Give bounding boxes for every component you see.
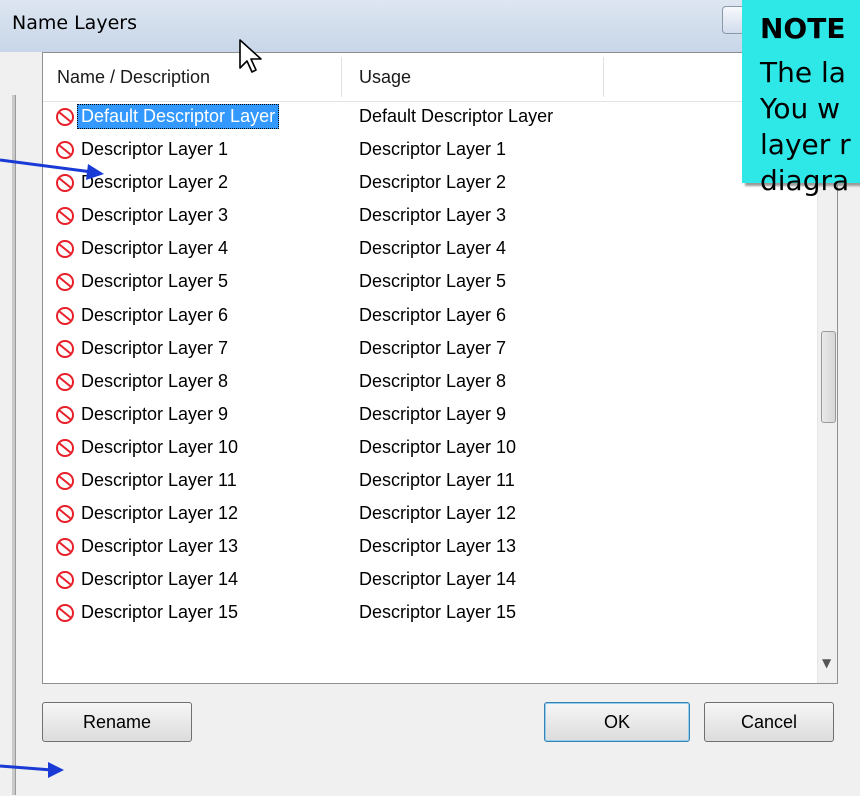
layer-usage: Descriptor Layer 5 [359, 271, 507, 292]
layer-name[interactable]: Descriptor Layer 14 [77, 567, 242, 592]
layer-name[interactable]: Descriptor Layer 8 [77, 369, 232, 394]
column-separator[interactable] [603, 57, 604, 97]
layers-list[interactable]: Name / Description Usage Default Descrip… [42, 52, 838, 684]
scrollbar-thumb[interactable] [821, 331, 836, 423]
list-item[interactable]: Descriptor Layer 5 Descriptor Layer 5 [43, 266, 818, 299]
layer-name[interactable]: Descriptor Layer 4 [77, 236, 232, 261]
no-entry-icon [56, 207, 74, 226]
layer-name[interactable]: Descriptor Layer 13 [77, 534, 242, 559]
layer-usage: Descriptor Layer 13 [359, 536, 517, 557]
list-item[interactable]: Descriptor Layer 12 Descriptor Layer 12 [43, 498, 818, 531]
layer-usage: Descriptor Layer 11 [359, 470, 515, 491]
list-rows: Default Descriptor Layer Default Descript… [43, 101, 818, 631]
title-bar[interactable]: Name Layers [0, 0, 860, 52]
list-item[interactable]: Descriptor Layer 8 Descriptor Layer 8 [43, 366, 818, 399]
layer-usage: Descriptor Layer 9 [359, 403, 507, 424]
layer-name[interactable]: Descriptor Layer 15 [77, 600, 242, 625]
rename-button[interactable]: Rename [42, 702, 192, 742]
scroll-down-arrow-icon[interactable]: ▼ [822, 656, 831, 670]
list-item[interactable]: Descriptor Layer 11 Descriptor Layer 11 [43, 465, 818, 498]
layer-name[interactable]: Descriptor Layer 11 [77, 468, 241, 493]
list-item[interactable]: Descriptor Layer 13 Descriptor Layer 13 [43, 531, 818, 564]
note-callout: NOTE The la You w layer r diagra [742, 0, 860, 197]
list-item[interactable]: Default Descriptor Layer Default Descript… [43, 101, 818, 134]
list-item[interactable]: Descriptor Layer 3 Descriptor Layer 3 [43, 200, 818, 233]
no-entry-icon [56, 339, 74, 358]
layer-name[interactable]: Descriptor Layer 5 [77, 269, 232, 294]
layer-usage: Descriptor Layer 12 [359, 503, 517, 524]
layer-usage: Descriptor Layer 7 [359, 337, 507, 358]
note-line: diagra [760, 164, 850, 197]
list-item[interactable]: Descriptor Layer 15 Descriptor Layer 15 [43, 597, 818, 630]
note-line: layer r [760, 128, 851, 161]
no-entry-icon [56, 273, 74, 292]
layer-name[interactable]: Default Descriptor Layer [77, 104, 280, 129]
layer-usage: Descriptor Layer 10 [359, 436, 517, 457]
layer-usage: Default Descriptor Layer [359, 106, 554, 126]
name-layers-dialog: Name Layers Name / Description Usage Def… [0, 0, 860, 796]
no-entry-icon [56, 505, 74, 524]
annotation-arrow-icon [0, 158, 104, 180]
dialog-client-area: Name / Description Usage Default Descrip… [16, 52, 860, 796]
note-line: The la [760, 56, 846, 89]
layer-usage: Descriptor Layer 3 [359, 205, 507, 226]
annotation-arrow-icon [0, 762, 64, 778]
list-item[interactable]: Descriptor Layer 10 Descriptor Layer 10 [43, 432, 818, 465]
no-entry-icon [56, 372, 74, 391]
note-title: NOTE [760, 12, 846, 45]
mouse-pointer-icon [239, 39, 262, 73]
no-entry-icon [56, 405, 74, 424]
list-header: Name / Description Usage [43, 53, 837, 102]
layer-usage: Descriptor Layer 15 [359, 602, 517, 623]
list-item[interactable]: Descriptor Layer 9 Descriptor Layer 9 [43, 399, 818, 432]
layer-usage: Descriptor Layer 6 [359, 304, 507, 325]
no-entry-icon [56, 538, 74, 557]
no-entry-icon [56, 571, 74, 590]
layer-name[interactable]: Descriptor Layer 6 [77, 303, 232, 328]
column-header-name[interactable]: Name / Description [57, 67, 210, 88]
no-entry-icon [56, 604, 74, 623]
list-item[interactable]: Descriptor Layer 14 Descriptor Layer 14 [43, 564, 818, 597]
layer-usage: Descriptor Layer 2 [359, 172, 507, 193]
no-entry-icon [56, 438, 74, 457]
list-item[interactable]: Descriptor Layer 1 Descriptor Layer 1 [43, 134, 818, 167]
layer-usage: Descriptor Layer 8 [359, 370, 507, 391]
cancel-button[interactable]: Cancel [704, 702, 834, 742]
layer-usage: Descriptor Layer 1 [359, 139, 507, 160]
layer-name[interactable]: Descriptor Layer 12 [77, 501, 242, 526]
layer-name[interactable]: Descriptor Layer 3 [77, 203, 232, 228]
column-header-usage[interactable]: Usage [359, 67, 411, 88]
no-entry-icon [56, 472, 74, 491]
list-item[interactable]: Descriptor Layer 4 Descriptor Layer 4 [43, 233, 818, 266]
list-item[interactable]: Descriptor Layer 6 Descriptor Layer 6 [43, 300, 818, 333]
no-entry-icon [56, 306, 74, 325]
no-entry-icon [56, 108, 74, 126]
layer-name[interactable]: Descriptor Layer 10 [77, 435, 242, 460]
no-entry-icon [56, 240, 74, 259]
layer-name[interactable]: Descriptor Layer 7 [77, 336, 232, 361]
list-item[interactable]: Descriptor Layer 7 Descriptor Layer 7 [43, 333, 818, 366]
layer-name[interactable]: Descriptor Layer 9 [77, 402, 232, 427]
layer-usage: Descriptor Layer 14 [359, 569, 517, 590]
column-separator[interactable] [341, 57, 342, 97]
layer-usage: Descriptor Layer 4 [359, 238, 507, 259]
ok-button[interactable]: OK [544, 702, 690, 742]
note-line: You w [760, 92, 841, 125]
list-item[interactable]: Descriptor Layer 2 Descriptor Layer 2 [43, 167, 818, 200]
window-title: Name Layers [12, 12, 137, 34]
